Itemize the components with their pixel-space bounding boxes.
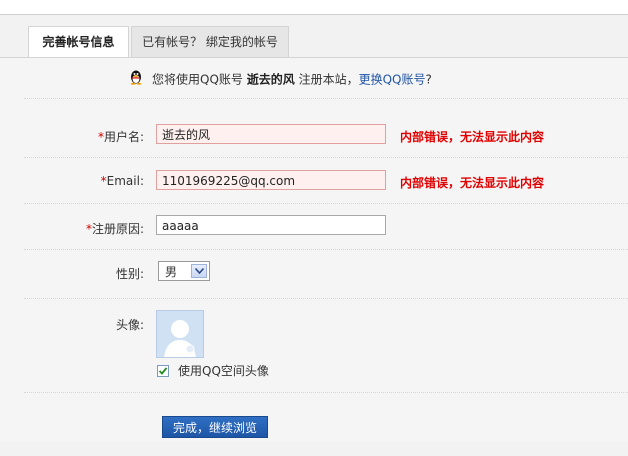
qq-notice: 您将使用QQ账号 逝去的风 注册本站，更换QQ账号?	[128, 69, 432, 89]
change-qq-account-link[interactable]: 更换QQ账号	[359, 73, 426, 87]
gender-label: 性别:	[115, 267, 144, 281]
gender-select[interactable]: 男	[158, 261, 210, 281]
reason-input[interactable]: aaaaa	[156, 215, 386, 235]
checkmark-icon	[159, 367, 167, 375]
avatar-label: 头像:	[115, 318, 144, 332]
row-divider	[24, 98, 628, 99]
tab-bind-existing-account[interactable]: 已有帐号？ 绑定我的帐号	[131, 26, 289, 58]
tab-complete-account-info[interactable]: 完善帐号信息	[28, 26, 129, 59]
gender-value: 男	[165, 265, 178, 279]
row-divider	[24, 157, 628, 158]
use-qzone-avatar-label[interactable]: 使用QQ空间头像	[178, 363, 269, 379]
email-input[interactable]: 1101969225@qq.com	[156, 170, 386, 190]
row-divider	[24, 298, 628, 299]
email-label: *Email:	[100, 174, 144, 188]
username-input[interactable]: 逝去的风	[156, 124, 386, 144]
row-divider	[24, 249, 628, 250]
avatar	[156, 310, 204, 358]
chevron-down-icon[interactable]	[191, 264, 207, 278]
qq-penguin-icon	[128, 69, 144, 91]
qq-nickname: 逝去的风	[246, 72, 295, 87]
row-divider	[24, 203, 628, 204]
email-error: 内部错误，无法显示此内容	[400, 176, 545, 190]
top-bar	[0, 0, 628, 4]
default-avatar-icon	[164, 320, 196, 357]
row-divider	[24, 392, 628, 393]
use-qzone-avatar-checkbox[interactable]	[157, 365, 169, 377]
form-area: 您将使用QQ账号 逝去的风 注册本站，更换QQ账号? *用户名: 逝去的风 内部…	[0, 58, 628, 441]
username-label: *用户名:	[97, 130, 144, 144]
username-error: 内部错误，无法显示此内容	[400, 130, 545, 144]
notice-prefix: 您将使用QQ账号	[152, 72, 243, 87]
reason-label: *注册原因:	[85, 222, 144, 236]
submit-button[interactable]: 完成，继续浏览	[162, 416, 268, 438]
notice-suffix: ?	[425, 72, 432, 87]
notice-middle: 注册本站，	[298, 72, 359, 87]
